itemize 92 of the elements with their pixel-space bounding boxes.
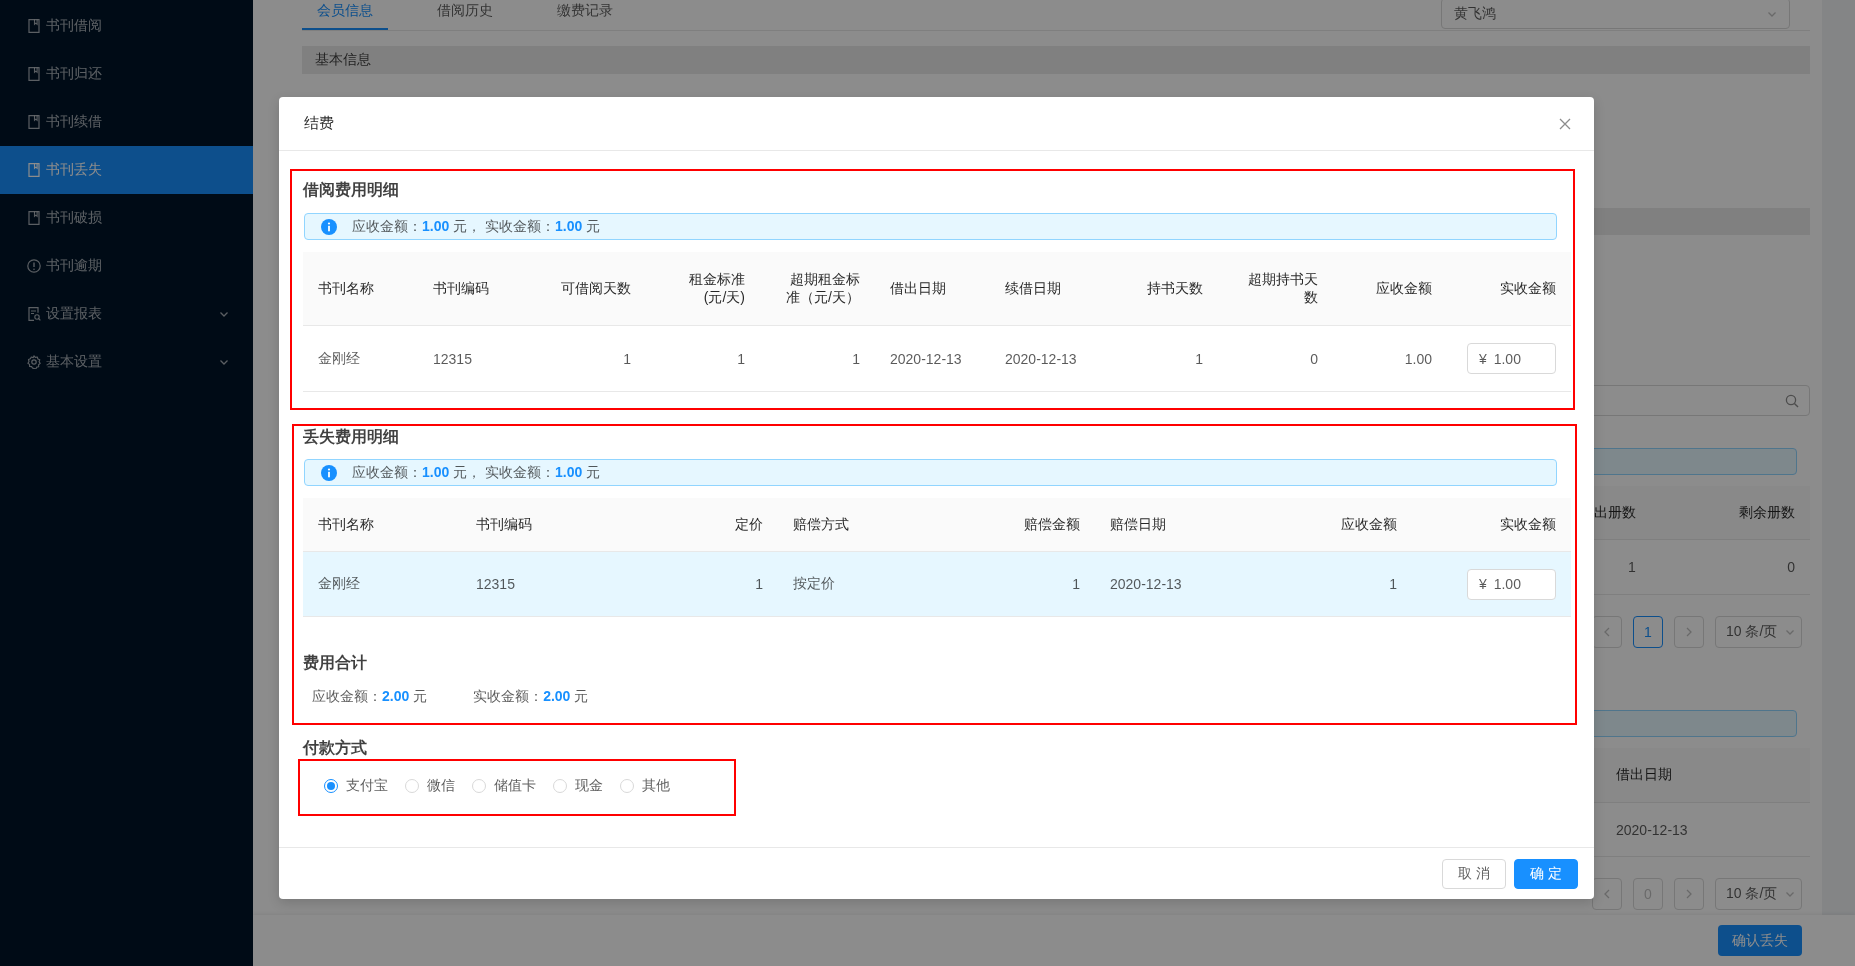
chevron-left-icon — [1603, 889, 1611, 899]
chevron-right-icon — [1685, 627, 1693, 637]
table-row[interactable]: 金刚经 12315 1 1 1 2020-12-13 2020-12-13 1 0 1.00 ¥ 1.00 — [303, 326, 1571, 392]
tab[interactable]: 会员信息 — [302, 0, 388, 30]
alert-text: 应收金额：1.00 元， 实收金额：1.00 元 — [352, 217, 601, 236]
prev-page-button[interactable] — [1592, 616, 1622, 648]
column-header: 书刊编码 — [476, 515, 532, 534]
amount-field[interactable]: ¥ 1.00 — [1467, 343, 1556, 374]
sidebar-item[interactable]: 书刊续借 — [0, 98, 253, 146]
payment-radio[interactable]: 微信 — [405, 776, 455, 795]
table-cell: 2020-12-13 — [1005, 350, 1077, 367]
column-header: 剩余册数 — [1738, 503, 1796, 522]
table-row[interactable]: 金刚经 12315 1 按定价 1 2020-12-13 1 ¥ 1.00 — [303, 552, 1571, 617]
table-cell: 1 — [1389, 576, 1397, 592]
column-header: 借出日期 — [890, 279, 946, 298]
sidebar-item[interactable]: 基本设置 — [0, 338, 253, 386]
table-cell-text: 1 — [1627, 559, 1637, 575]
page-button[interactable]: 1 — [1633, 616, 1663, 648]
column-header: 定价 — [735, 515, 763, 534]
chevron-down-icon — [1785, 627, 1795, 637]
info-icon — [321, 218, 337, 235]
total-text: 实收金额：2.00 元 — [473, 687, 589, 706]
alert-text: 应收金额：1.00 元， 实收金额：1.00 元 — [352, 463, 601, 482]
chevron-right-icon — [1685, 889, 1693, 899]
table-cell: 1 — [623, 350, 631, 367]
column-header: 实收金额 — [1500, 515, 1556, 534]
column-header: 实收金额 — [1500, 279, 1556, 298]
table-cell: 1 — [737, 350, 745, 367]
sidebar-item[interactable]: 书刊归还 — [0, 50, 253, 98]
column-header: 租金标准(元/天) — [688, 270, 745, 307]
table-cell: 金刚经 — [318, 575, 360, 591]
table-cell: 12315 — [433, 350, 472, 367]
dialog-title: 结费 — [304, 114, 334, 133]
table-cell: 1 — [755, 576, 763, 592]
column-header: 赔偿日期 — [1110, 515, 1166, 534]
payment-radio[interactable]: 储值卡 — [472, 776, 536, 795]
table-cell-text: 2020-12-13 — [1615, 821, 1689, 838]
payment-radio[interactable]: 现金 — [553, 776, 603, 795]
search-icon — [1785, 393, 1799, 408]
table-cell: 2020-12-13 — [1110, 576, 1182, 592]
member-select[interactable]: 黄飞鸿 — [1441, 0, 1790, 29]
tab[interactable]: 借阅历史 — [422, 0, 508, 30]
column-header: 可借阅天数 — [561, 279, 631, 298]
info-icon — [321, 464, 337, 481]
column-header: 应收金额 — [1376, 279, 1432, 298]
column-header: 出册数 — [1594, 503, 1637, 522]
page-size-select[interactable]: 10 条/页 — [1715, 616, 1802, 648]
sidebar-item[interactable]: 书刊破损 — [0, 194, 253, 242]
section-title: 丢失费用明细 — [303, 427, 400, 447]
table-cell: 按定价 — [793, 575, 835, 591]
book-icon — [28, 163, 40, 177]
table-cell: 12315 — [476, 576, 515, 592]
ok-button[interactable]: 确 定 — [1514, 858, 1578, 889]
table-cell: 2020-12-13 — [890, 350, 962, 367]
column-header: 持书天数 — [1147, 279, 1203, 298]
payment-radio[interactable]: 支付宝 — [324, 776, 388, 795]
column-header: 书刊名称 — [318, 279, 374, 298]
column-header: 赔偿方式 — [793, 515, 849, 534]
column-header: 超期持书天数 — [1247, 270, 1318, 307]
column-header: 借出日期 — [1615, 766, 1673, 784]
section-title: 付款方式 — [303, 738, 367, 758]
confirm-loss-button[interactable]: 确认丢失 — [1718, 925, 1802, 956]
chevron-left-icon — [1603, 627, 1611, 637]
column-header: 超期租金标准（元/天） — [785, 270, 860, 307]
column-header: 书刊编码 — [433, 279, 489, 298]
sidebar-item[interactable]: 设置报表 — [0, 290, 253, 338]
table-cell: 0 — [1310, 350, 1318, 367]
column-header: 续借日期 — [1005, 279, 1061, 298]
prev-page-button[interactable] — [1592, 878, 1622, 910]
table-cell: 1.00 — [1404, 350, 1432, 367]
amount-field[interactable]: ¥ 1.00 — [1467, 568, 1556, 600]
page-size-select[interactable]: 10 条/页 — [1715, 878, 1802, 910]
table-cell-text: 0 — [1786, 559, 1796, 575]
column-header: 书刊名称 — [318, 515, 374, 534]
sidebar-item[interactable]: 书刊借阅 — [0, 2, 253, 50]
total-text: 应收金额：2.00 元 — [312, 687, 428, 706]
table-cell: 1 — [1195, 350, 1203, 367]
section-title-bar: 基本信息 — [302, 46, 1810, 74]
section-title: 费用合计 — [303, 653, 368, 673]
chevron-down-icon — [1785, 889, 1795, 899]
section-title: 借阅费用明细 — [303, 180, 400, 200]
payment-radio[interactable]: 其他 — [620, 776, 670, 795]
table-cell: 1 — [1072, 576, 1080, 592]
column-header: 赔偿金额 — [1024, 515, 1080, 534]
table-cell: 金刚经 — [318, 349, 360, 366]
table-cell: 1 — [852, 350, 860, 367]
sidebar-item[interactable]: 书刊逾期 — [0, 242, 253, 290]
sidebar-item[interactable]: 书刊丢失 — [0, 146, 253, 194]
cancel-button[interactable]: 取 消 — [1442, 858, 1506, 889]
column-header: 应收金额 — [1341, 515, 1397, 534]
tab[interactable]: 缴费记录 — [542, 0, 628, 30]
close-icon — [1558, 116, 1572, 131]
